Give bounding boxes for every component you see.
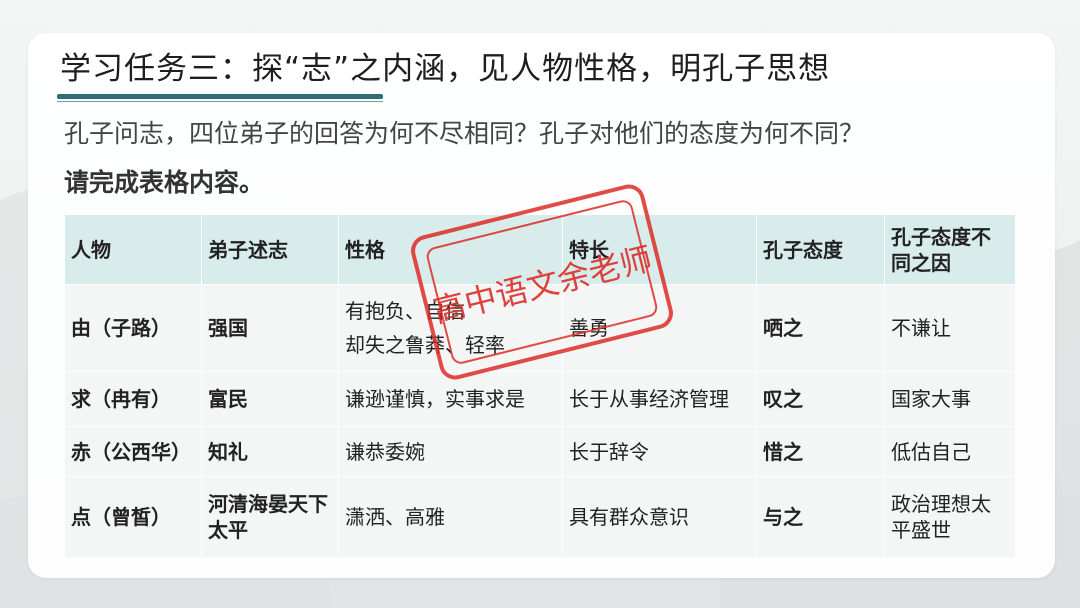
table-row: 由（子路） 强国 有抱负、自信 却失之鲁莽、轻率 善勇 哂之 不谦让 (64, 284, 1016, 372)
cell-person: 由（子路） (64, 284, 202, 372)
cell-aspiration: 知礼 (201, 426, 339, 477)
cell-attitude: 哂之 (756, 284, 885, 372)
question-text: 孔子问志，四位弟子的回答为何不尽相同？孔子对他们的态度为何不同？ (64, 119, 865, 148)
cell-specialty: 善勇 (562, 284, 757, 372)
cell-attitude: 叹之 (756, 371, 885, 427)
header-attitude: 孔子态度 (756, 214, 885, 285)
cell-traits: 有抱负、自信 却失之鲁莽、轻率 (338, 284, 563, 372)
title-underline (57, 94, 383, 99)
cell-specialty: 具有群众意识 (562, 476, 757, 558)
cell-person: 点（曾皙） (64, 476, 202, 558)
cell-reason: 国家大事 (884, 371, 1016, 427)
cell-person: 求（冉有） (64, 371, 202, 427)
cell-reason: 低估自己 (884, 426, 1016, 477)
analysis-table: 人物 弟子述志 性格 特长 孔子态度 孔子态度不同之因 由（子路） 强国 有抱负… (64, 214, 1016, 558)
page-title: 学习任务三：探“志”之内涵，见人物性格，明孔子思想 (60, 51, 831, 87)
table-header-row: 人物 弟子述志 性格 特长 孔子态度 孔子态度不同之因 (64, 214, 1016, 285)
table-row: 赤（公西华） 知礼 谦恭委婉 长于辞令 惜之 低估自己 (64, 426, 1016, 477)
instruction-text: 请完成表格内容。 (64, 168, 265, 197)
cell-person: 赤（公西华） (64, 426, 202, 477)
table-row: 点（曾皙） 河清海晏天下太平 潇洒、高雅 具有群众意识 与之 政治理想太平盛世 (64, 476, 1016, 558)
header-specialty: 特长 (562, 214, 757, 285)
cell-traits: 谦恭委婉 (338, 426, 563, 477)
cell-attitude: 与之 (756, 476, 885, 558)
table-row: 求（冉有） 富民 谦逊谨慎，实事求是 长于从事经济管理 叹之 国家大事 (64, 371, 1016, 427)
trait-line: 有抱负、自信 (345, 299, 465, 323)
cell-aspiration: 强国 (201, 284, 339, 372)
cell-specialty: 长于从事经济管理 (562, 371, 757, 427)
cell-aspiration: 河清海晏天下太平 (201, 476, 339, 558)
trait-line: 却失之鲁莽、轻率 (345, 333, 505, 357)
cell-traits: 谦逊谨慎，实事求是 (338, 371, 563, 427)
cell-traits: 潇洒、高雅 (338, 476, 563, 558)
cell-aspiration: 富民 (201, 371, 339, 427)
header-reason: 孔子态度不同之因 (884, 214, 1016, 285)
cell-attitude: 惜之 (756, 426, 885, 477)
header-person: 人物 (64, 214, 202, 285)
title-underline-thin (57, 101, 383, 102)
cell-reason: 不谦让 (884, 284, 1016, 372)
cell-specialty: 长于辞令 (562, 426, 757, 477)
header-aspiration: 弟子述志 (201, 214, 339, 285)
cell-reason: 政治理想太平盛世 (884, 476, 1016, 558)
header-traits: 性格 (338, 214, 563, 285)
